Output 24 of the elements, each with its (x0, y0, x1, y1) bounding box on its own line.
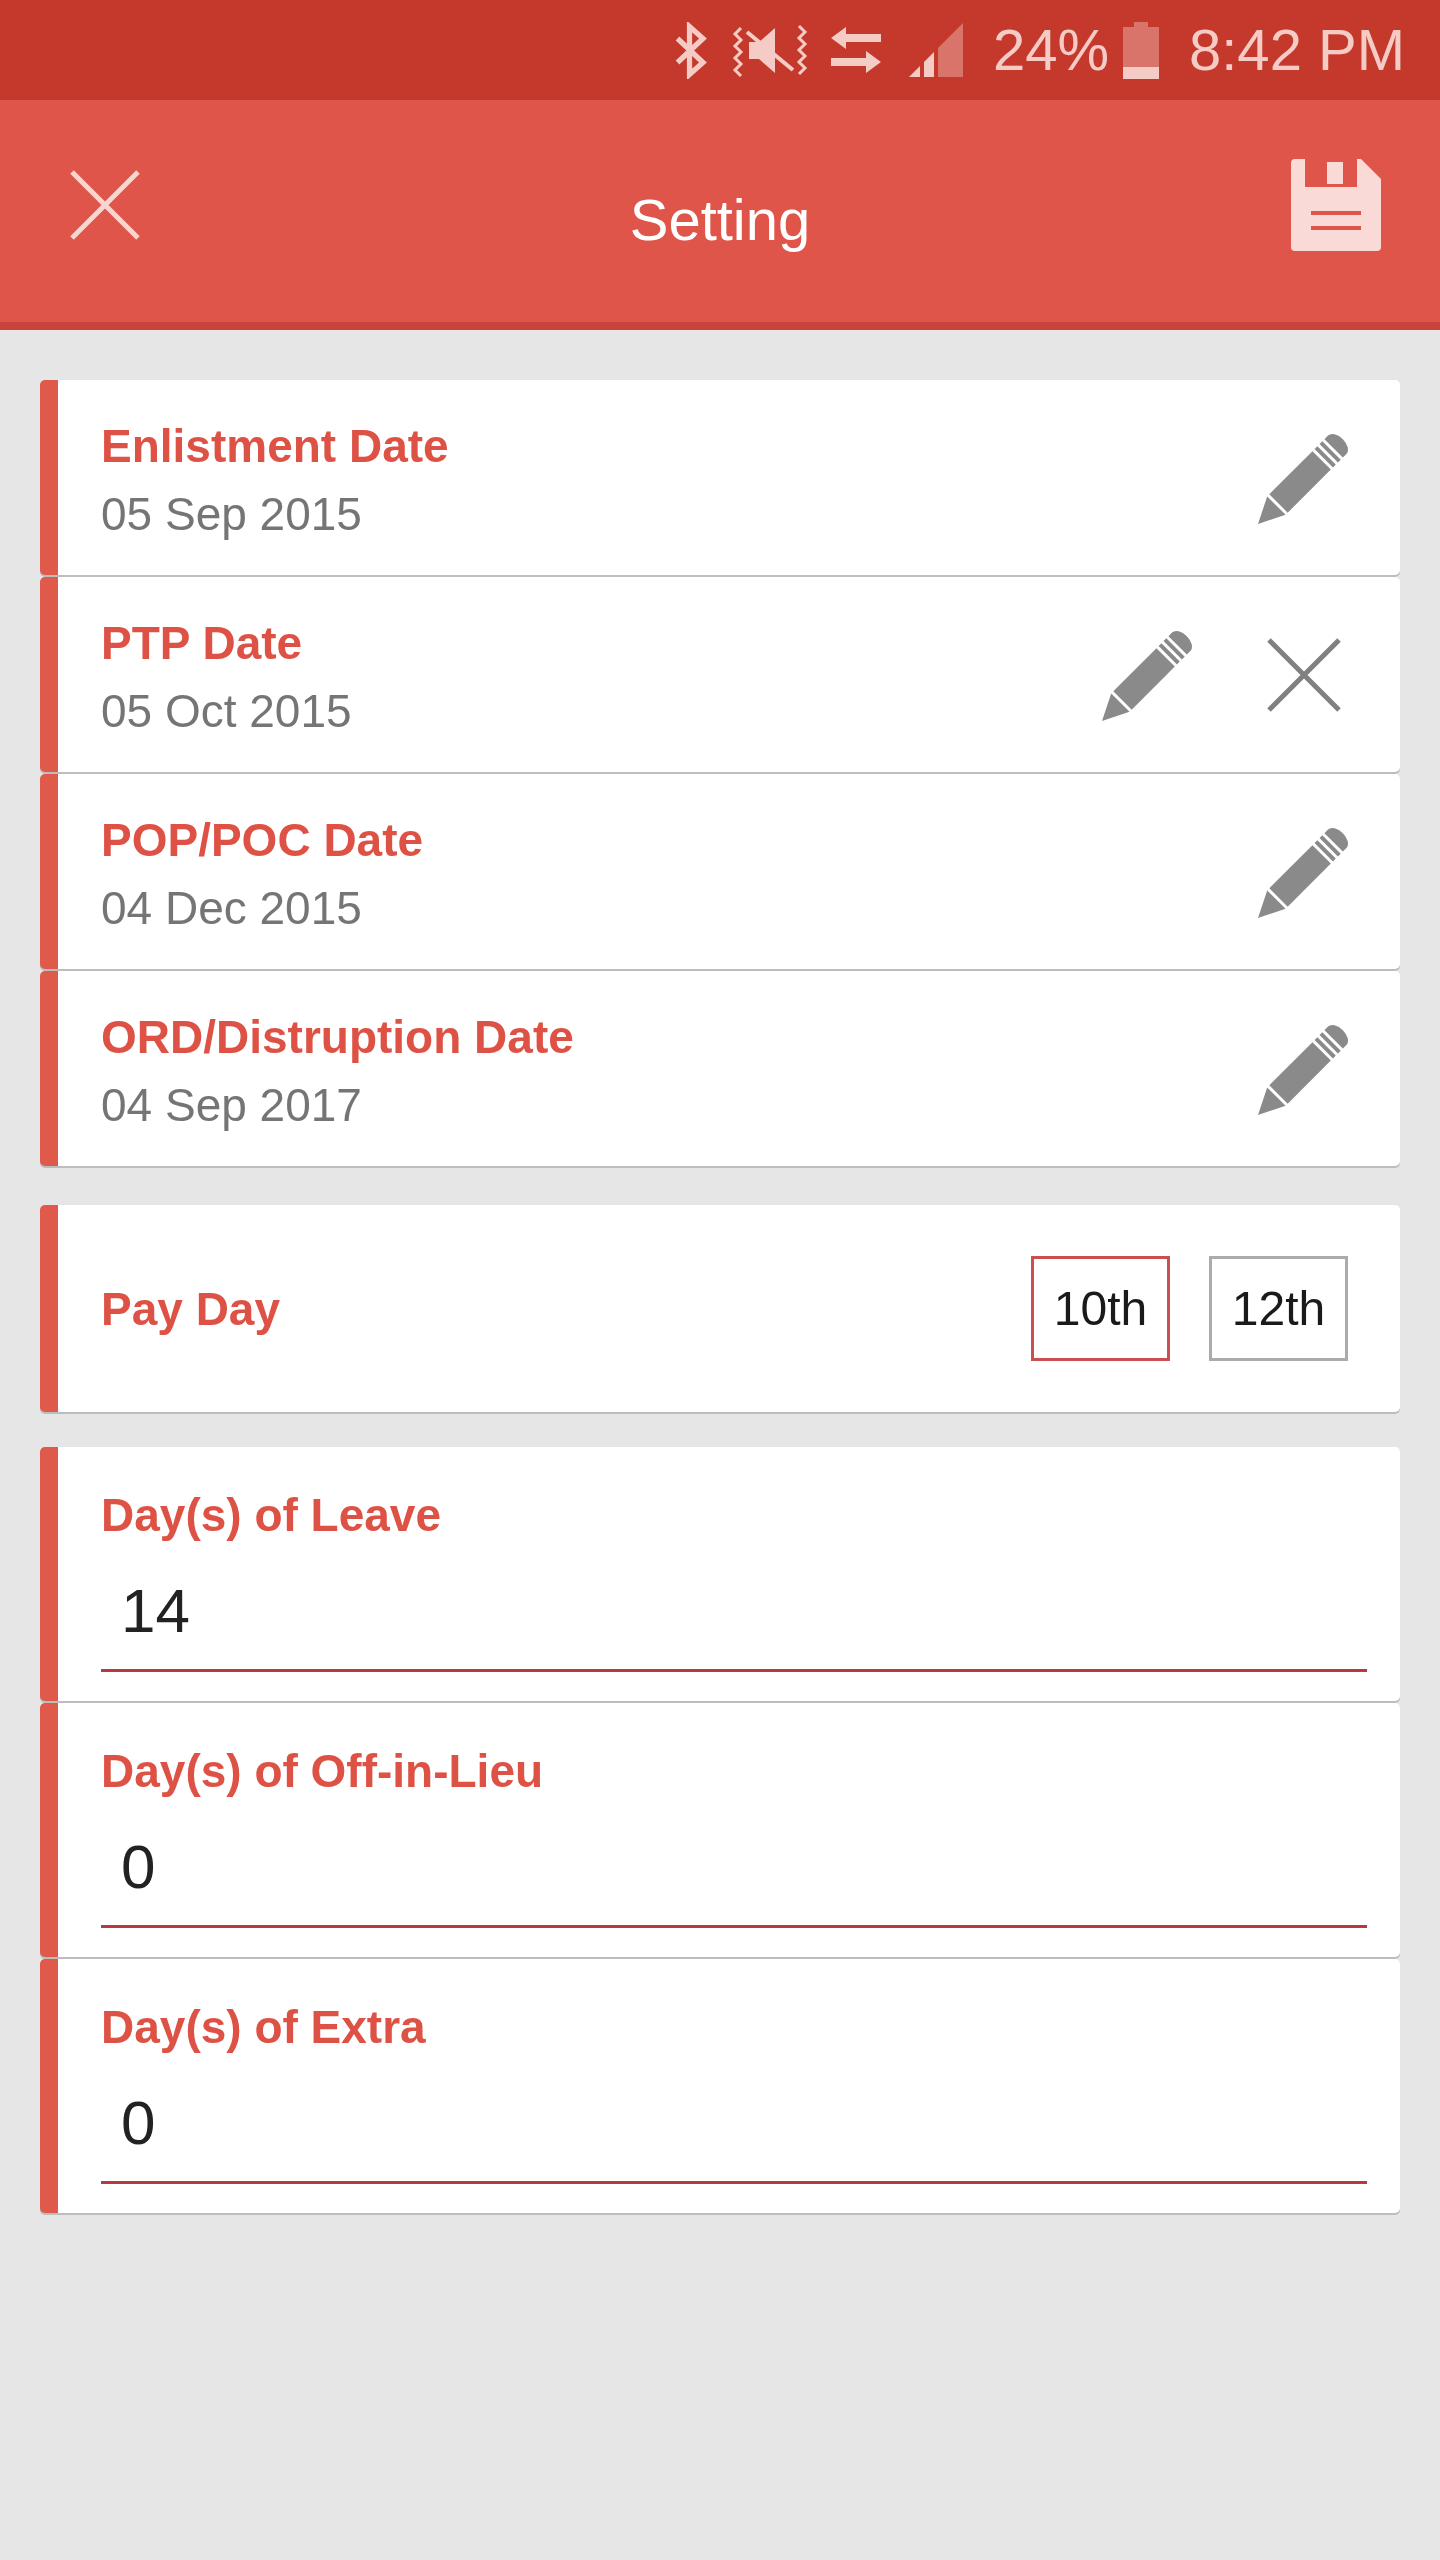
date-label: PTP Date (101, 616, 304, 671)
date-label: POP/POC Date (101, 813, 425, 868)
signal-icon (908, 23, 963, 77)
field-label: Day(s) of Extra (101, 2000, 427, 2055)
battery-icon (1123, 21, 1159, 79)
date-value: 04 Sep 2017 (101, 1078, 363, 1133)
field-label: Day(s) of Leave (101, 1488, 442, 1543)
page-title: Setting (629, 186, 811, 254)
date-label: Enlistment Date (101, 419, 450, 474)
date-label: ORD/Distruption Date (101, 1010, 575, 1065)
pay-day-option[interactable]: 12th (1209, 1256, 1348, 1361)
input-field[interactable]: 0 (101, 1828, 1367, 1928)
battery-percentage: 24% (992, 17, 1109, 83)
input-field[interactable]: 0 (101, 2084, 1367, 2184)
swap-arrows-icon (830, 25, 881, 75)
date-value: 05 Sep 2015 (101, 487, 363, 542)
pay-day-option[interactable]: 10th (1031, 1256, 1170, 1361)
status-time: 8:42 PM (1189, 17, 1405, 83)
date-value: 05 Oct 2015 (101, 684, 353, 739)
close-icon[interactable] (1266, 636, 1342, 713)
pay-day-label: Pay Day (101, 1281, 281, 1337)
date-value: 04 Dec 2015 (101, 881, 363, 936)
field-label: Day(s) of Off-in-Lieu (101, 1744, 545, 1799)
input-field[interactable]: 14 (101, 1572, 1367, 1672)
